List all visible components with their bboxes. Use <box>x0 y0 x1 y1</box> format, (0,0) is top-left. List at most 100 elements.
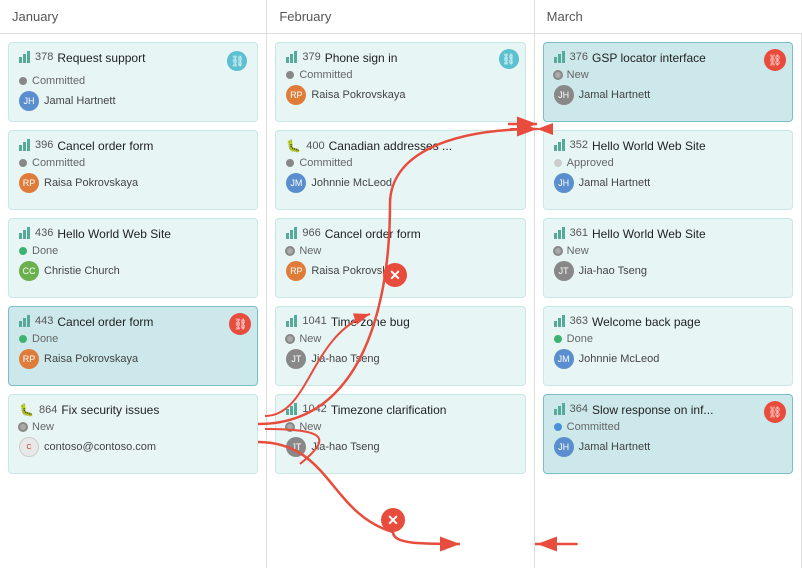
avatar: JH <box>554 437 574 457</box>
bar-chart-icon <box>19 227 30 239</box>
card-assignee: RP Raisa Pokrovskaya <box>19 349 247 369</box>
card-status: Committed <box>286 157 514 169</box>
card-status: Done <box>19 333 247 345</box>
card-400[interactable]: 🐛 400 Canadian addresses ... Committed J… <box>275 130 525 210</box>
card-864[interactable]: 🐛 864 Fix security issues New C contoso@… <box>8 394 258 474</box>
card-status: New <box>554 245 782 257</box>
status-dot <box>19 159 27 167</box>
status-dot <box>286 247 294 255</box>
avatar: C <box>19 437 39 457</box>
card-id: 443 <box>19 315 53 327</box>
link-icon-376[interactable]: ⛓ <box>764 49 786 71</box>
bar-chart-icon <box>554 139 565 151</box>
avatar: JH <box>554 85 574 105</box>
avatar: RP <box>286 261 306 281</box>
bug-icon: 🐛 <box>286 139 301 153</box>
card-id: 363 <box>554 315 588 327</box>
card-378[interactable]: 378 Request support ⛓ Committed JH Jamal… <box>8 42 258 122</box>
card-id: 361 <box>554 227 588 239</box>
card-id: 378 <box>19 51 53 63</box>
bar-chart-icon <box>554 403 565 415</box>
card-id: 379 <box>286 51 320 63</box>
card-id: 352 <box>554 139 588 151</box>
status-dot <box>19 423 27 431</box>
card-assignee: RP Raisa Pokrovskaya <box>286 85 514 105</box>
status-dot <box>19 77 27 85</box>
status-dot <box>554 335 562 343</box>
status-dot <box>286 423 294 431</box>
avatar: JT <box>286 437 306 457</box>
calendar-wrapper: January February March 37 <box>0 0 802 568</box>
link-icon-443[interactable]: ⛓ <box>229 313 251 335</box>
card-status: Committed <box>554 421 782 433</box>
card-363[interactable]: 363 Welcome back page Done JM Johnnie Mc… <box>543 306 793 386</box>
card-379[interactable]: 379 Phone sign in Committed RP Raisa Pok… <box>275 42 525 122</box>
card-id: 🐛 864 <box>19 403 57 417</box>
card-id: 436 <box>19 227 53 239</box>
avatar: JM <box>554 349 574 369</box>
card-status: Committed <box>19 157 247 169</box>
card-status: New <box>286 421 514 433</box>
bar-chart-icon <box>554 51 565 63</box>
status-dot <box>554 247 562 255</box>
avatar: JT <box>286 349 306 369</box>
month-jan: January <box>0 0 267 33</box>
month-feb: February <box>267 0 534 33</box>
card-status: New <box>554 69 782 81</box>
card-id: 396 <box>19 139 53 151</box>
card-assignee: CC Christie Church <box>19 261 247 281</box>
link-badge-379: ⛓ <box>499 49 519 69</box>
card-361[interactable]: 361 Hello World Web Site New JT Jia-hao … <box>543 218 793 298</box>
card-status: Done <box>554 333 782 345</box>
card-status: Committed <box>19 75 247 87</box>
card-396[interactable]: 396 Cancel order form Committed RP Raisa… <box>8 130 258 210</box>
bar-chart-icon <box>286 315 297 327</box>
card-assignee: JT Jia-hao Tseng <box>554 261 782 281</box>
bar-chart-icon <box>286 227 297 239</box>
avatar: RP <box>19 349 39 369</box>
bar-chart-icon <box>19 139 30 151</box>
card-assignee: JM Johnnie McLeod <box>286 173 514 193</box>
avatar: RP <box>19 173 39 193</box>
card-assignee: JT Jia-hao Tseng <box>286 437 514 457</box>
card-status: Approved <box>554 157 782 169</box>
month-mar: March <box>535 0 802 33</box>
bar-chart-icon <box>554 315 565 327</box>
calendar-body: 378 Request support ⛓ Committed JH Jamal… <box>0 34 802 568</box>
bar-chart-icon <box>554 227 565 239</box>
card-364[interactable]: 364 Slow response on inf... Committed JH… <box>543 394 793 474</box>
card-1041[interactable]: 1041 Time zone bug New JT Jia-hao Tseng <box>275 306 525 386</box>
status-dot <box>19 247 27 255</box>
card-id: 376 <box>554 51 588 63</box>
january-column: 378 Request support ⛓ Committed JH Jamal… <box>0 34 267 568</box>
card-assignee: JH Jamal Hartnett <box>554 437 782 457</box>
link-icon-364[interactable]: ⛓ <box>764 401 786 423</box>
avatar: CC <box>19 261 39 281</box>
february-column: 379 Phone sign in Committed RP Raisa Pok… <box>267 34 534 568</box>
avatar: JH <box>554 173 574 193</box>
card-assignee: RP Raisa Pokrovskaya <box>286 261 514 281</box>
status-dot <box>554 423 562 431</box>
card-assignee: RP Raisa Pokrovskaya <box>19 173 247 193</box>
card-assignee: JM Johnnie McLeod <box>554 349 782 369</box>
card-436[interactable]: 436 Hello World Web Site Done CC Christi… <box>8 218 258 298</box>
card-status: Done <box>19 245 247 257</box>
avatar: RP <box>286 85 306 105</box>
card-assignee: JH Jamal Hartnett <box>19 91 247 111</box>
card-id: 🐛 400 <box>286 139 324 153</box>
card-assignee: C contoso@contoso.com <box>19 437 247 457</box>
status-dot <box>286 71 294 79</box>
card-376[interactable]: 376 GSP locator interface New JH Jamal H… <box>543 42 793 122</box>
march-column: 376 GSP locator interface New JH Jamal H… <box>535 34 802 568</box>
card-443[interactable]: 443 Cancel order form Done RP Raisa Pokr… <box>8 306 258 386</box>
bar-chart-icon <box>286 51 297 63</box>
bar-chart-icon <box>19 51 30 63</box>
card-status: New <box>286 245 514 257</box>
avatar: JM <box>286 173 306 193</box>
card-352[interactable]: 352 Hello World Web Site Approved JH Jam… <box>543 130 793 210</box>
card-1042[interactable]: 1042 Timezone clarification New JT Jia-h… <box>275 394 525 474</box>
status-dot <box>19 335 27 343</box>
card-966[interactable]: 966 Cancel order form New RP Raisa Pokro… <box>275 218 525 298</box>
card-assignee: JT Jia-hao Tseng <box>286 349 514 369</box>
card-id: 1042 <box>286 403 326 415</box>
